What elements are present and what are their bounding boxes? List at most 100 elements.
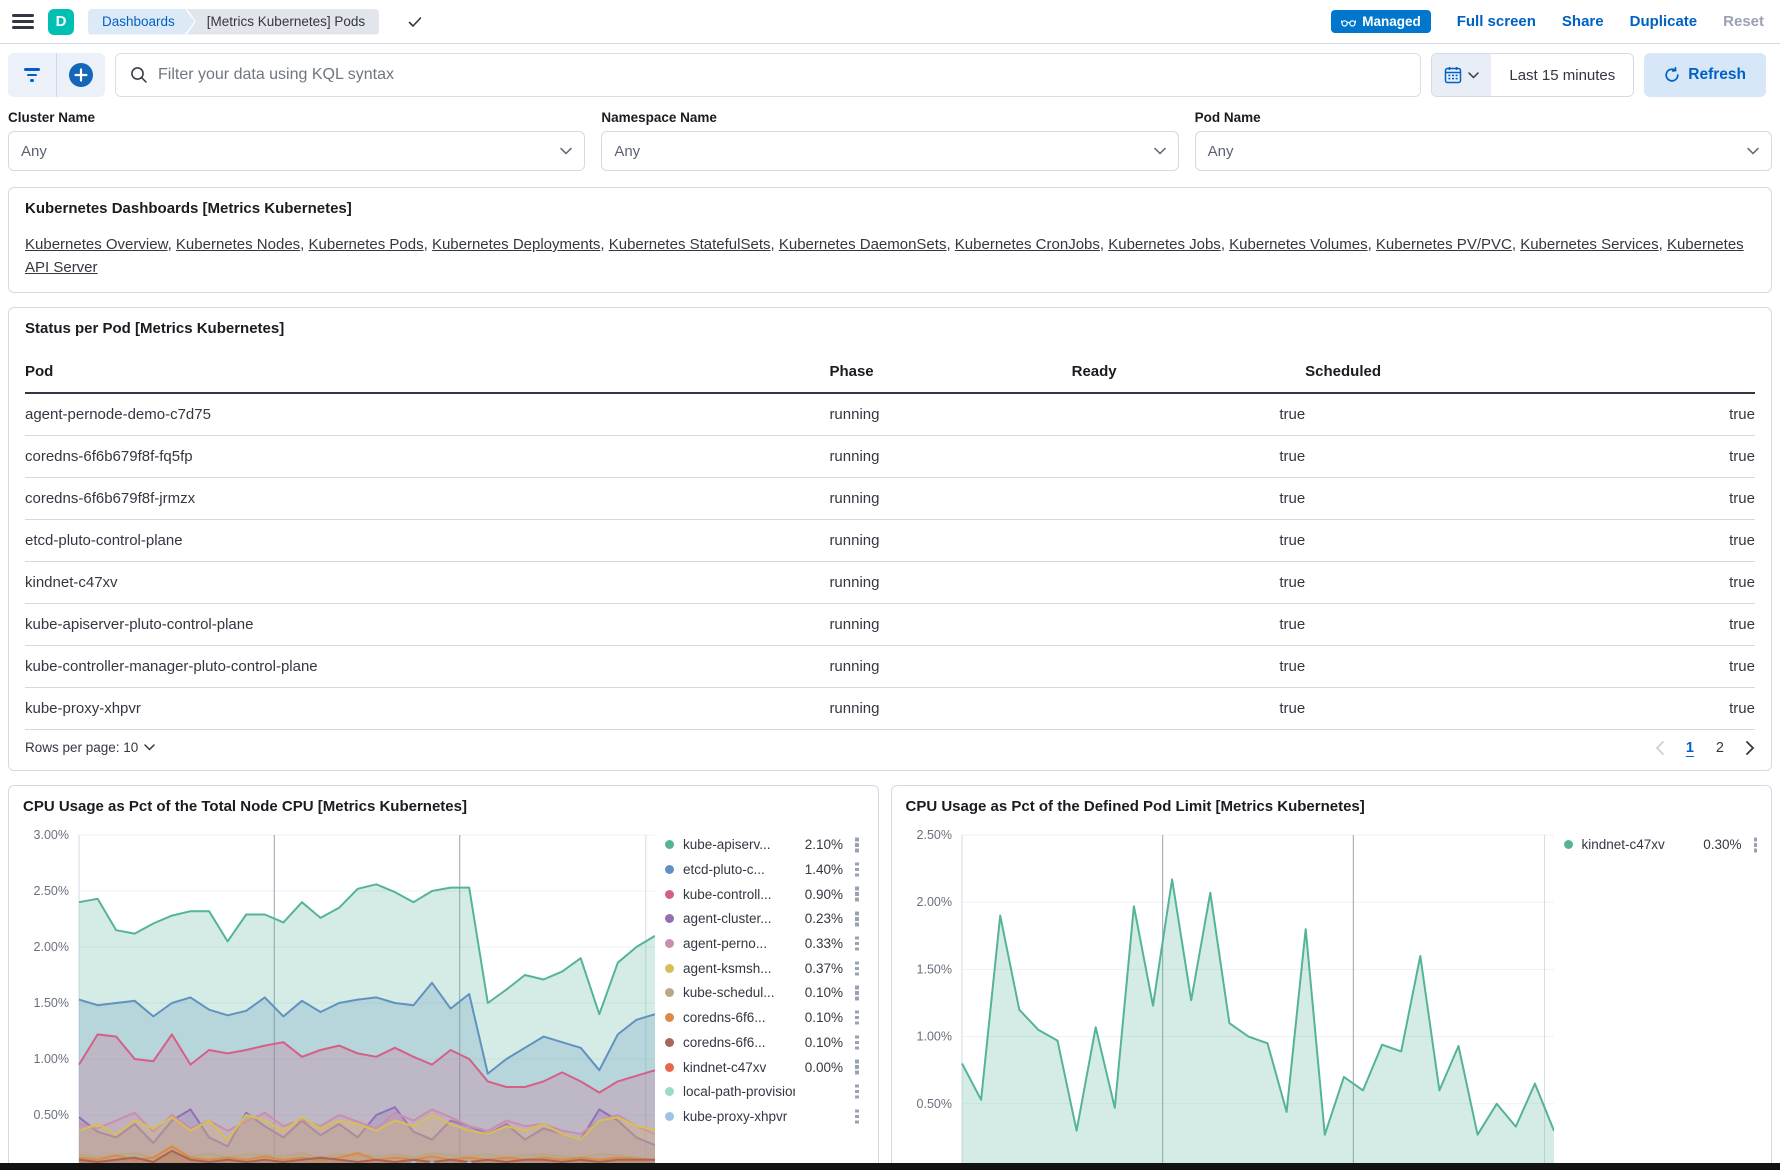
refresh-button[interactable]: Refresh	[1644, 53, 1766, 97]
legend-item[interactable]: agent-perno...0.33%	[665, 931, 859, 956]
table-cell: kube-proxy-xhpvr	[25, 687, 829, 729]
namespace-name-label: Namespace Name	[601, 110, 1178, 125]
legend-value: 1.40%	[795, 862, 843, 877]
menu-icon[interactable]	[12, 11, 34, 32]
cluster-name-label: Cluster Name	[8, 110, 585, 125]
legend-item[interactable]: kube-apiserv...2.10%	[665, 833, 859, 858]
dashboard-link[interactable]: Kubernetes Services	[1520, 236, 1658, 253]
svg-text:2.00%: 2.00%	[34, 940, 69, 954]
pod-name-select[interactable]: Any	[1195, 131, 1772, 171]
legend-item[interactable]: coredns-6f6...0.10%	[665, 1030, 859, 1055]
legend-value: 0.00%	[795, 1060, 843, 1075]
legend-value: 0.33%	[795, 936, 843, 951]
legend-actions-icon[interactable]	[855, 1065, 859, 1069]
deployment-logo[interactable]: D	[48, 9, 74, 35]
legend-item[interactable]: kube-controll...0.90%	[665, 882, 859, 907]
cluster-name-value: Any	[21, 143, 47, 160]
column-header-scheduled[interactable]: Scheduled	[1305, 353, 1755, 393]
page-1-button[interactable]: 1	[1686, 740, 1694, 756]
svg-text:1.00%: 1.00%	[916, 1029, 951, 1043]
breadcrumb: Dashboards [Metrics Kubernetes] Pods	[88, 9, 379, 35]
breadcrumb-dashboards[interactable]: Dashboards	[88, 9, 195, 35]
pod-limit-chart-plot[interactable]: 0.00%0.50%1.00%1.50%2.00%2.50%17:4017:45…	[906, 829, 1554, 1170]
check-icon	[407, 14, 423, 30]
legend-item[interactable]: kindnet-c47xv0.00%	[665, 1055, 859, 1080]
rows-per-page-button[interactable]: Rows per page: 10	[25, 740, 155, 755]
table-cell: true	[1072, 477, 1306, 519]
legend-dot-icon	[665, 1087, 674, 1096]
legend-actions-icon[interactable]	[855, 967, 859, 971]
column-header-pod[interactable]: Pod	[25, 353, 829, 393]
legend-value: 0.23%	[795, 911, 843, 926]
next-page-icon[interactable]	[1746, 741, 1755, 755]
table-cell: agent-pernode-demo-c7d75	[25, 393, 829, 436]
legend-actions-icon[interactable]	[855, 1016, 859, 1020]
page-2-button[interactable]: 2	[1716, 740, 1724, 756]
kql-search-input[interactable]	[158, 66, 1406, 84]
duplicate-button[interactable]: Duplicate	[1630, 13, 1698, 30]
svg-text:0.50%: 0.50%	[916, 1096, 951, 1110]
legend-actions-icon[interactable]	[855, 1041, 859, 1045]
legend-actions-icon[interactable]	[855, 1090, 859, 1094]
legend-dot-icon	[1564, 840, 1573, 849]
chevron-down-icon	[1468, 72, 1479, 79]
dashboard-link[interactable]: Kubernetes Jobs	[1108, 236, 1221, 253]
legend-dot-icon	[665, 840, 674, 849]
legend-actions-icon[interactable]	[855, 942, 859, 946]
table-row: kube-apiserver-pluto-control-planerunnin…	[25, 603, 1755, 645]
date-picker: Last 15 minutes	[1431, 53, 1634, 97]
legend-label: etcd-pluto-c...	[683, 862, 795, 877]
legend-item[interactable]: etcd-pluto-c...1.40%	[665, 857, 859, 882]
cluster-name-select[interactable]: Any	[8, 131, 585, 171]
legend-item[interactable]: coredns-6f6...0.10%	[665, 1005, 859, 1030]
managed-badge[interactable]: Managed	[1331, 10, 1431, 33]
legend-value: 0.37%	[795, 961, 843, 976]
share-button[interactable]: Share	[1562, 13, 1604, 30]
column-header-ready[interactable]: Ready	[1072, 353, 1306, 393]
legend-actions-icon[interactable]	[855, 1115, 859, 1119]
dashboard-link[interactable]: Kubernetes DaemonSets	[779, 236, 947, 253]
dashboard-link[interactable]: Kubernetes Deployments	[432, 236, 600, 253]
dashboard-link[interactable]: Kubernetes Pods	[309, 236, 424, 253]
legend-item[interactable]: kube-schedul...0.10%	[665, 981, 859, 1006]
legend-actions-icon[interactable]	[855, 991, 859, 995]
full-screen-button[interactable]: Full screen	[1457, 13, 1536, 30]
legend-item[interactable]: agent-cluster...0.23%	[665, 907, 859, 932]
column-header-phase[interactable]: Phase	[829, 353, 1071, 393]
legend-actions-icon[interactable]	[1754, 843, 1758, 847]
node-cpu-chart-plot[interactable]: 0.00%0.50%1.00%1.50%2.00%2.50%3.00%17:40…	[23, 829, 655, 1170]
table-cell: kube-controller-manager-pluto-control-pl…	[25, 645, 829, 687]
add-filter-button[interactable]	[57, 53, 105, 97]
svg-text:1.50%: 1.50%	[34, 996, 69, 1010]
kql-search-box	[115, 53, 1421, 97]
dashboard-link[interactable]: Kubernetes CronJobs	[955, 236, 1100, 253]
filter-button[interactable]	[8, 53, 56, 97]
legend-label: kube-apiserv...	[683, 837, 795, 852]
chevron-down-icon	[1154, 147, 1166, 155]
namespace-name-select[interactable]: Any	[601, 131, 1178, 171]
table-cell: true	[1305, 561, 1755, 603]
reset-button[interactable]: Reset	[1723, 13, 1764, 30]
legend-actions-icon[interactable]	[855, 917, 859, 921]
dashboard-link[interactable]: Kubernetes StatefulSets	[609, 236, 771, 253]
legend-label: agent-cluster...	[683, 911, 795, 926]
legend-item[interactable]: local-path-provision...	[665, 1079, 859, 1104]
dashboard-link[interactable]: Kubernetes Nodes	[176, 236, 300, 253]
dashboard-link[interactable]: Kubernetes PV/PVC	[1376, 236, 1512, 253]
dashboard-link[interactable]: Kubernetes Volumes	[1229, 236, 1367, 253]
legend-item[interactable]: kindnet-c47xv0.30%	[1564, 833, 1758, 858]
table-cell: true	[1305, 687, 1755, 729]
time-range-button[interactable]: Last 15 minutes	[1491, 54, 1633, 96]
legend-dot-icon	[665, 1063, 674, 1072]
top-header: D Dashboards [Metrics Kubernetes] Pods M…	[0, 0, 1780, 44]
quick-select-button[interactable]	[1432, 54, 1491, 96]
legend-actions-icon[interactable]	[855, 868, 859, 872]
legend-item[interactable]: agent-ksmsh...0.37%	[665, 956, 859, 981]
legend-actions-icon[interactable]	[855, 892, 859, 896]
legend-item[interactable]: kube-proxy-xhpvr	[665, 1104, 859, 1129]
previous-page-icon[interactable]	[1655, 741, 1664, 755]
dashboard-link[interactable]: Kubernetes Overview	[25, 236, 168, 253]
pod-name-label: Pod Name	[1195, 110, 1772, 125]
rows-per-page-label: Rows per page: 10	[25, 740, 138, 755]
legend-actions-icon[interactable]	[855, 843, 859, 847]
